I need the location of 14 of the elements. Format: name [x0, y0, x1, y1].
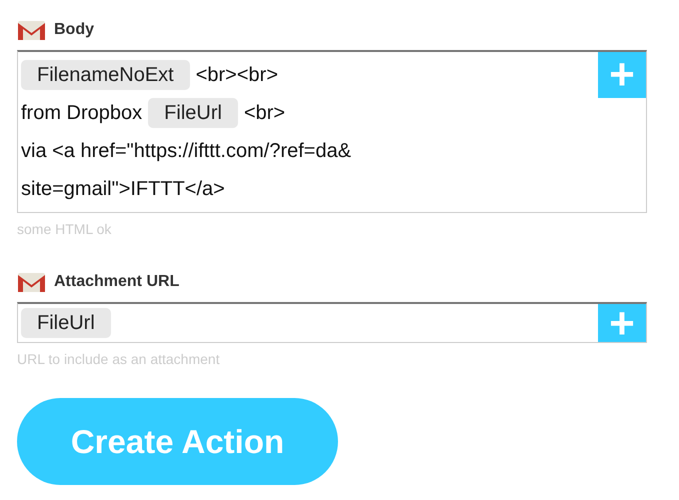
mail-icon: [17, 20, 46, 40]
field-label: Body: [54, 20, 94, 40]
text-field[interactable]: FileUrl +: [17, 302, 647, 343]
field-text: site=gmail">IFTTT</a>: [21, 177, 225, 202]
mail-icon: [17, 272, 46, 292]
field-text: <br><br>: [196, 63, 278, 88]
field-text: via <a href="https://ifttt.com/?ref=da&: [21, 139, 352, 164]
text-field[interactable]: FilenameNoExt <br><br> from Dropbox FileUrl <br> via <a href="https://ifttt.com/?ref=da& site=gmail">IFTTT</a> +: [17, 50, 647, 213]
field-label: Attachment URL: [54, 272, 180, 292]
ingredient-tag[interactable]: FileUrl: [21, 308, 111, 338]
ingredient-tag[interactable]: FileUrl: [148, 98, 238, 128]
field-text: <br>: [244, 101, 286, 126]
field-text: from Dropbox: [21, 101, 142, 126]
ingredient-tag[interactable]: FilenameNoExt: [21, 60, 190, 90]
